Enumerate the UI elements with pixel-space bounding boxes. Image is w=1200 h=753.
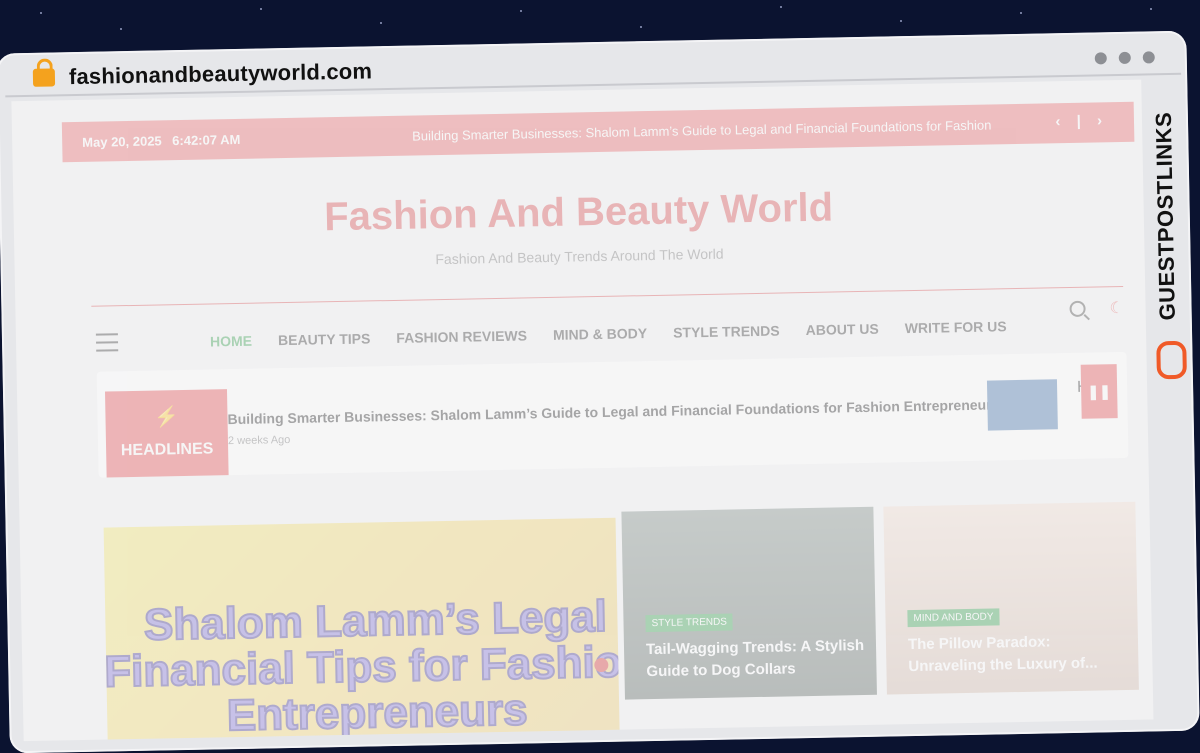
window-dot-icon[interactable] [1142, 51, 1155, 64]
website-page: May 20, 2025 6:42:07 AM Building Smarter… [11, 80, 1153, 742]
dark-mode-moon-icon[interactable]: ☾ [1109, 298, 1124, 318]
window-dot-icon[interactable] [1118, 51, 1131, 64]
category-tag[interactable]: STYLE TRENDS [645, 613, 734, 633]
search-icon[interactable] [1069, 300, 1086, 317]
featured-post-image[interactable]: Shalom Lamm’s Legal Financial Tips for F… [103, 517, 620, 742]
lock-icon [32, 68, 56, 87]
window-dot-icon[interactable] [1094, 52, 1107, 65]
nav-item-beauty-tips[interactable]: BEAUTY TIPS [278, 330, 371, 348]
hamburger-menu-icon[interactable] [95, 333, 119, 357]
current-date: May 20, 2025 [82, 133, 162, 150]
link-logo-icon [1156, 340, 1187, 380]
url-text[interactable]: fashionandbeautyworld.com [69, 58, 373, 90]
site-title[interactable]: Fashion And Beauty World [13, 180, 1144, 247]
headline-date: 2 weeks Ago [227, 433, 291, 448]
guestpostlinks-brand: GUESTPOSTLINKS [1143, 91, 1189, 382]
ticker-link[interactable]: Building Smarter Businesses: Shalom Lamm… [412, 117, 991, 143]
brand-text: GUESTPOSTLINKS [1150, 111, 1180, 321]
nav-item-about-us[interactable]: ABOUT US [805, 321, 878, 338]
post-card-dog-collars[interactable]: STYLE TRENDS Tail-Wagging Trends: A Styl… [621, 506, 877, 700]
pause-button[interactable]: ❚❚ [1080, 364, 1118, 419]
category-tag[interactable]: MIND AND BODY [907, 608, 1000, 628]
nav-item-write-for-us[interactable]: WRITE FOR US [905, 318, 1007, 336]
window-controls [1094, 51, 1155, 65]
nav-item-home[interactable]: HOME [210, 333, 252, 350]
header-divider [91, 285, 1124, 307]
hero-poster-text: Shalom Lamm’s Legal Financial Tips for F… [103, 591, 620, 741]
nav-item-fashion-reviews[interactable]: FASHION REVIEWS [396, 327, 527, 346]
main-navigation: HOME BEAUTY TIPS FASHION REVIEWS MIND & … [210, 318, 1007, 349]
top-news-bar: May 20, 2025 6:42:07 AM Building Smarter… [61, 101, 1135, 163]
ticker-nav-arrows[interactable]: ‹ | › [1055, 112, 1108, 130]
lightning-icon: ⚡ [153, 406, 180, 429]
card-title[interactable]: The Pillow Paradox: Unraveling the Luxur… [908, 630, 1129, 678]
nav-item-style-trends[interactable]: STYLE TRENDS [673, 323, 780, 341]
headlines-badge: ⚡ HEADLINES [104, 389, 229, 478]
headline-thumbnail[interactable] [986, 379, 1058, 431]
card-title[interactable]: Tail-Wagging Trends: A Stylish Guide to … [646, 635, 867, 683]
headlines-ticker: ⚡ HEADLINES Building Smarter Businesses:… [96, 351, 1129, 478]
site-tagline: Fashion And Beauty Trends Around The Wor… [435, 245, 724, 268]
page-viewport: May 20, 2025 6:42:07 AM Building Smarter… [11, 79, 1154, 742]
headlines-label: HEADLINES [120, 440, 214, 460]
headline-title[interactable]: Building Smarter Businesses: Shalom Lamm… [227, 396, 999, 427]
post-card-pillow-paradox[interactable]: MIND AND BODY The Pillow Paradox: Unrave… [883, 501, 1139, 695]
current-time: 6:42:07 AM [172, 131, 241, 149]
nav-item-mind-body[interactable]: MIND & BODY [553, 325, 647, 343]
browser-frame: fashionandbeautyworld.com May 20, 2025 6… [0, 30, 1200, 753]
browser-window: fashionandbeautyworld.com May 20, 2025 6… [0, 0, 1200, 753]
